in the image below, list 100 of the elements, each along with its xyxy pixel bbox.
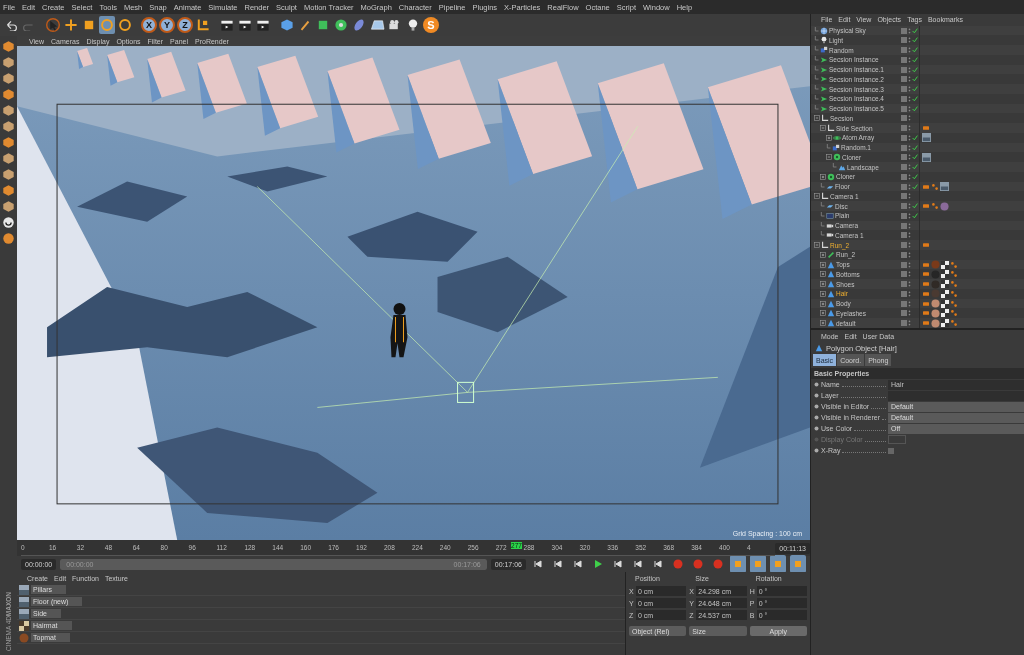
gear-icon [833,153,841,162]
dice-icon [832,143,840,152]
clapperboard-icon [255,18,271,32]
grid-icon [826,211,834,220]
axis-toggle[interactable]: Y [159,17,175,33]
triangle-icon [815,344,823,352]
cube-icon[interactable] [2,152,15,165]
keyframe-dot-icon[interactable] [814,437,819,442]
cube-icon[interactable] [2,136,15,149]
key-icon [733,559,743,569]
display-tag-icon [922,125,930,132]
texture-tag-icon [922,152,931,162]
bulb-icon [406,18,420,32]
move-tool-button[interactable] [63,16,79,34]
texture-tag-icon [940,182,949,192]
text-field[interactable] [888,390,1024,401]
previous-key-icon [573,559,583,569]
display-tag-icon [922,242,930,249]
keyframe-dot-icon[interactable] [814,448,819,453]
cube-icon[interactable] [2,40,15,53]
color-swatch[interactable] [888,435,906,444]
cube-icon[interactable] [2,120,15,133]
cube-icon [280,18,294,32]
cube-icon[interactable] [2,72,15,85]
globe-icon [820,26,828,35]
keyframe-dot-icon[interactable] [814,426,819,431]
cube-icon[interactable] [2,200,15,213]
first-frame-icon [533,559,543,569]
expand-icon[interactable] [820,261,826,268]
deformer-button[interactable] [351,16,367,34]
texture-thumbnail-icon [19,584,29,595]
keyframe-dot-icon[interactable] [814,415,819,420]
key-filter-button[interactable] [790,555,806,573]
undo-icon [5,19,17,31]
expand-icon[interactable] [820,173,826,180]
expand-icon[interactable] [820,300,826,307]
grid-icon [369,18,385,32]
checkbox[interactable] [888,447,894,454]
cube-icon [316,18,330,32]
display-tag-icon [922,203,930,210]
keyframe-dot-icon[interactable] [814,382,819,387]
keyframe-dot-icon[interactable] [814,404,819,409]
magnet-icon[interactable] [2,216,15,229]
tree-branch-icon [820,182,825,191]
mountain-icon [838,163,846,172]
expand-icon[interactable] [820,310,826,317]
rotate-icon [118,18,132,32]
expand-icon[interactable] [820,290,826,297]
expand-icon[interactable] [820,251,826,258]
axis-toggle[interactable]: X [141,17,157,33]
collapse-icon[interactable] [814,115,820,122]
axis-toggle[interactable]: Z [177,17,193,33]
cube-icon[interactable] [2,168,15,181]
cursor-icon [46,18,60,32]
expand-icon[interactable] [826,134,832,141]
material-tag-icon [940,201,949,211]
bulb-icon [820,36,828,45]
tree-branch-icon [826,143,831,152]
rotate-icon [100,18,114,32]
material-sphere-icon [19,632,29,643]
phong-tag-icon [931,202,939,211]
scale-icon [82,18,96,32]
texture-tag-icon [922,133,931,143]
keyframe-dot-icon[interactable] [814,393,819,398]
move-icon [64,18,78,32]
loop-icon [553,559,563,569]
key-icon [753,559,763,569]
bone-icon [827,250,835,259]
play-icon [593,559,603,569]
phong-tag-icon [931,182,939,191]
rotate-tool-button[interactable] [117,16,133,34]
dice-icon [820,46,828,55]
collapse-icon[interactable] [826,154,832,161]
key-icon [793,559,803,569]
plane-icon [826,202,834,211]
select-tool-button[interactable] [45,16,61,34]
axis-icon [821,241,829,250]
expand-icon[interactable] [820,271,826,278]
display-tag-icon [922,183,930,190]
cube-icon[interactable] [2,104,15,117]
texture-thumbnail-icon [19,608,29,619]
cube-icon[interactable] [2,88,15,101]
next-key-icon [613,559,623,569]
axis-icon [821,192,829,201]
loop-icon [633,559,643,569]
collapse-icon[interactable] [814,242,820,249]
expand-icon[interactable] [820,320,826,327]
atom-icon [833,133,841,142]
texture-thumbnail-icon [19,596,29,607]
gear-icon [334,18,348,32]
collapse-icon[interactable] [814,193,820,200]
gear-icon [827,172,835,181]
lock-icon[interactable] [2,232,15,245]
key-filter-button[interactable] [770,555,786,573]
axes-icon [196,18,210,32]
clapperboard-icon [219,18,235,32]
capsule-icon [352,18,366,32]
expand-icon[interactable] [820,281,826,288]
pen-icon [298,18,312,32]
collapse-icon[interactable] [820,125,826,132]
